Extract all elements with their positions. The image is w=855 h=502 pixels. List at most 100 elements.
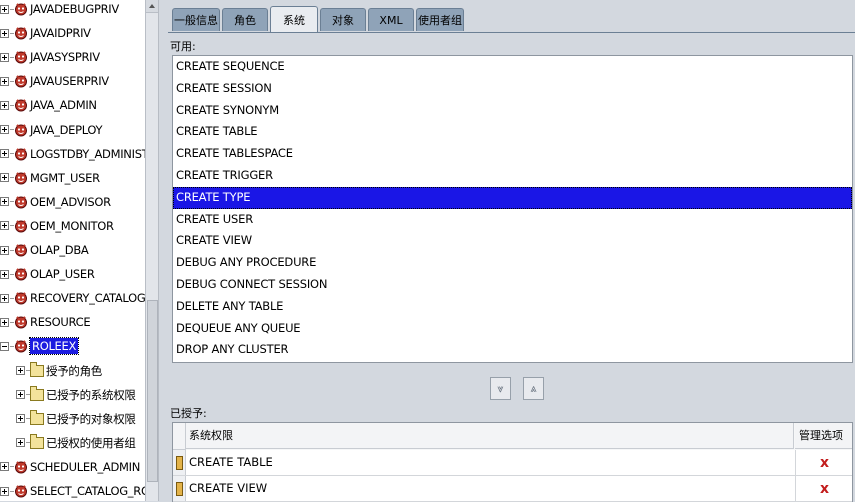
role-icon xyxy=(14,50,28,64)
scroll-thumb[interactable] xyxy=(147,300,158,482)
available-privilege-item[interactable]: CREATE USER xyxy=(173,209,852,231)
tree-role-item[interactable]: OLAP_USER xyxy=(0,263,95,285)
tab-object[interactable]: 对象 xyxy=(320,8,366,31)
tree-role-item[interactable]: SCHEDULER_ADMIN xyxy=(0,456,140,478)
tree-item-label: OEM_MONITOR xyxy=(30,218,114,233)
tree-role-item[interactable]: OLAP_DBA xyxy=(0,239,89,261)
granted-label: 已授予: xyxy=(170,407,207,420)
expand-icon[interactable] xyxy=(0,4,9,14)
tree-item-label: JAVASYSPRIV xyxy=(30,50,100,65)
available-privilege-item[interactable]: DELETE ANY TABLE xyxy=(173,296,852,318)
tree-item-label: RECOVERY_CATALOG_OW xyxy=(30,291,145,306)
column-header-privilege[interactable]: 系统权限 xyxy=(186,423,794,449)
available-privileges-list[interactable]: CREATE SEQUENCE CREATE SESSION CREATE SYNO… xyxy=(172,55,853,363)
role-icon xyxy=(14,147,28,161)
tree-role-item[interactable]: ROLEEX xyxy=(0,335,80,357)
tree-item-label: OLAP_DBA xyxy=(30,243,89,257)
pencil-icon xyxy=(176,482,183,496)
admin-option-x-icon[interactable]: x xyxy=(795,450,853,475)
available-privilege-item[interactable]: DEBUG CONNECT SESSION xyxy=(173,274,852,296)
tree-role-item[interactable]: OEM_ADVISOR xyxy=(0,191,111,213)
tree-role-item[interactable]: RESOURCE xyxy=(0,311,91,333)
tree-item-label: MGMT_USER xyxy=(30,170,100,185)
expand-icon[interactable] xyxy=(0,221,9,231)
available-privilege-item[interactable]: CREATE TRIGGER xyxy=(173,165,852,187)
tree-role-item[interactable]: JAVA_DEPLOY xyxy=(0,119,103,141)
tree-role-item[interactable]: RECOVERY_CATALOG_OW xyxy=(0,287,145,309)
expand-icon[interactable] xyxy=(0,462,9,472)
tree-folder-item[interactable]: 授予的角色 xyxy=(16,360,102,382)
tree-folder-item[interactable]: 已授权的使用者组 xyxy=(16,432,136,454)
expand-icon[interactable] xyxy=(0,317,9,327)
tree-role-item[interactable]: MGMT_USER xyxy=(0,167,100,189)
role-tree[interactable]: JAVADEBUGPRIV JAVAIDPRIV JAVASYSPRIV JAVAUS… xyxy=(0,0,145,501)
row-header-corner xyxy=(173,423,186,450)
expand-icon[interactable] xyxy=(0,100,9,110)
tree-item-label: LOGSTDBY_ADMINISTRATO xyxy=(30,146,145,161)
expand-icon[interactable] xyxy=(16,438,25,448)
available-privilege-item[interactable]: CREATE SEQUENCE xyxy=(173,56,852,78)
available-privilege-item[interactable]: CREATE SYNONYM xyxy=(173,100,852,122)
role-icon xyxy=(14,98,28,112)
tree-item-label: 已授予的系统权限 xyxy=(46,387,136,402)
available-privilege-item[interactable]: CREATE SESSION xyxy=(173,78,852,100)
available-privilege-item[interactable]: DROP ANY CLUSTER xyxy=(173,339,852,361)
tree-item-label: 授予的角色 xyxy=(46,363,102,378)
expand-icon[interactable] xyxy=(0,245,9,255)
tab-system[interactable]: 系统 xyxy=(270,6,318,33)
column-header-admin-option[interactable]: 管理选项 xyxy=(795,423,852,449)
role-detail-panel: 一般信息 角色 系统 对象 XML 使用者组 可用: CREATE SEQUEN… xyxy=(166,0,855,502)
tree-folder-item[interactable]: 已授予的系统权限 xyxy=(16,384,136,406)
tree-role-item[interactable]: JAVASYSPRIV xyxy=(0,46,100,68)
expand-icon[interactable] xyxy=(0,28,9,38)
pencil-icon xyxy=(176,456,183,470)
expand-icon[interactable] xyxy=(0,149,9,159)
expand-icon[interactable] xyxy=(0,125,9,134)
role-icon xyxy=(14,2,28,16)
scroll-up-arrow[interactable] xyxy=(146,0,158,13)
tree-scrollbar[interactable] xyxy=(145,0,158,501)
available-privilege-item[interactable]: CREATE TABLESPACE xyxy=(173,143,852,165)
folder-icon xyxy=(30,385,44,401)
admin-option-x-icon[interactable]: x xyxy=(795,476,853,501)
expand-icon[interactable] xyxy=(0,52,9,62)
row-header[interactable] xyxy=(173,450,186,475)
row-header[interactable] xyxy=(173,476,186,501)
tree-role-item[interactable]: LOGSTDBY_ADMINISTRATO xyxy=(0,143,145,165)
role-icon xyxy=(14,339,28,353)
tab-divider xyxy=(168,32,855,33)
tree-role-item[interactable]: JAVA_ADMIN xyxy=(0,94,97,116)
tree-role-item[interactable]: SELECT_CATALOG_ROLE xyxy=(0,480,145,501)
table-row[interactable]: CREATE VIEW x xyxy=(173,476,852,502)
expand-icon[interactable] xyxy=(0,76,9,86)
expand-icon[interactable] xyxy=(0,173,9,183)
expand-icon[interactable] xyxy=(0,293,9,303)
tree-role-item[interactable]: JAVADEBUGPRIV xyxy=(0,0,119,20)
move-up-button[interactable]: ⩓ xyxy=(523,377,544,400)
tab-roles[interactable]: 角色 xyxy=(222,8,268,31)
expand-icon[interactable] xyxy=(16,390,25,400)
tab-consumer-groups[interactable]: 使用者组 xyxy=(416,8,464,31)
tree-item-label: JAVA_ADMIN xyxy=(30,98,97,113)
collapse-icon[interactable] xyxy=(0,341,9,351)
available-privilege-item[interactable]: CREATE TYPE xyxy=(173,186,852,209)
expand-icon[interactable] xyxy=(0,197,9,207)
available-privilege-item[interactable]: CREATE VIEW xyxy=(173,230,852,252)
tree-role-item[interactable]: OEM_MONITOR xyxy=(0,215,114,237)
role-icon xyxy=(14,484,28,498)
available-privilege-item[interactable]: CREATE TABLE xyxy=(173,121,852,143)
table-row[interactable]: CREATE TABLE x xyxy=(173,450,852,476)
available-privilege-item[interactable]: DEQUEUE ANY QUEUE xyxy=(173,318,852,340)
move-down-button[interactable]: ⩔ xyxy=(490,377,511,400)
expand-icon[interactable] xyxy=(16,366,25,375)
tab-xml[interactable]: XML xyxy=(368,8,414,31)
role-icon xyxy=(14,26,28,40)
expand-icon[interactable] xyxy=(0,269,9,279)
tree-role-item[interactable]: JAVAIDPRIV xyxy=(0,22,91,44)
available-privilege-item[interactable]: DEBUG ANY PROCEDURE xyxy=(173,252,852,274)
tree-role-item[interactable]: JAVAUSERPRIV xyxy=(0,70,109,92)
tab-general[interactable]: 一般信息 xyxy=(172,8,220,31)
tree-folder-item[interactable]: 已授予的对象权限 xyxy=(16,408,136,430)
expand-icon[interactable] xyxy=(16,414,25,424)
expand-icon[interactable] xyxy=(0,486,9,496)
